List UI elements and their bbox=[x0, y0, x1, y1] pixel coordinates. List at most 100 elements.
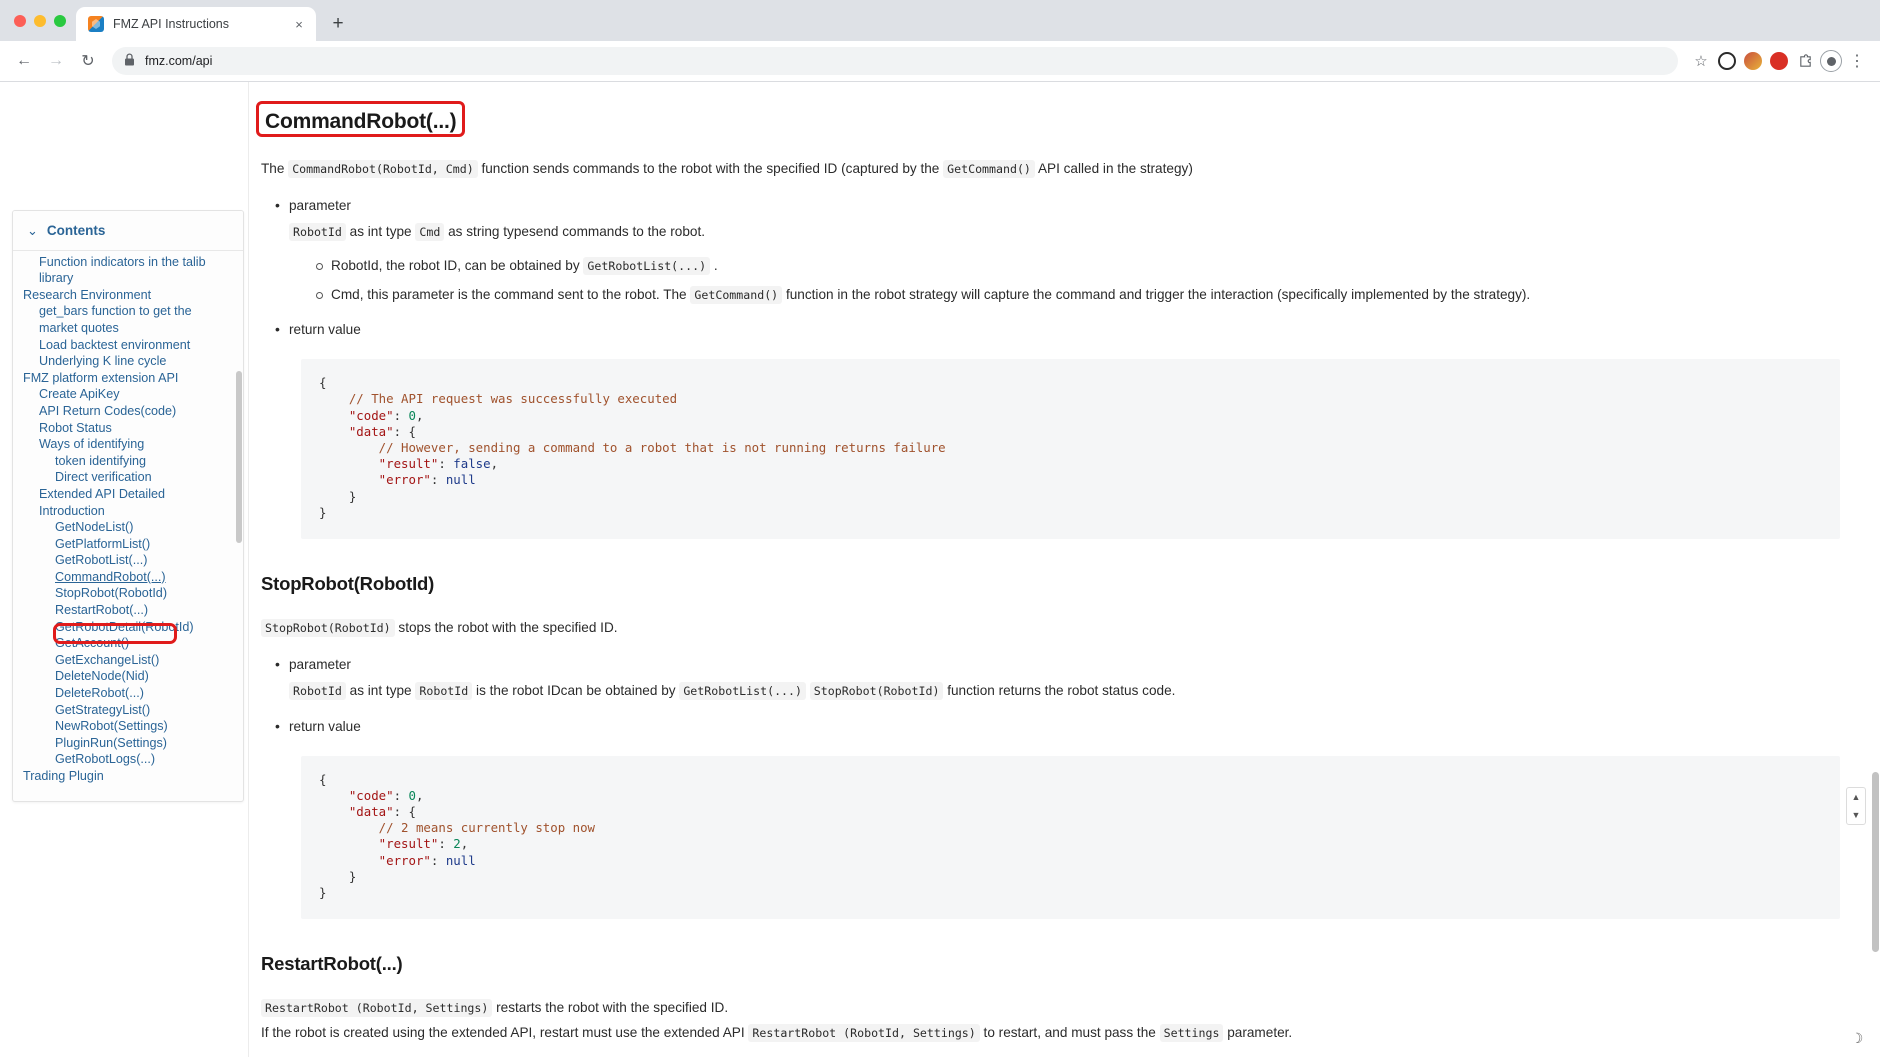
sidebar-item-deleterobot[interactable]: DeleteRobot(...) bbox=[13, 685, 237, 702]
minimize-window-button[interactable] bbox=[34, 15, 46, 27]
sidebar-item-get-bars-function-to-get-the-market-quotes[interactable]: get_bars function to get the market quot… bbox=[13, 303, 237, 336]
sidebar-item-newrobot-settings[interactable]: NewRobot(Settings) bbox=[13, 718, 237, 735]
bullet-return-label: return value bbox=[275, 319, 1840, 341]
maximize-window-button[interactable] bbox=[54, 15, 66, 27]
code-token: , bbox=[491, 456, 498, 471]
back-icon[interactable]: ← bbox=[10, 47, 38, 75]
sidebar-item-commandrobot[interactable]: CommandRobot(...) bbox=[13, 569, 237, 586]
code-token: , bbox=[416, 408, 423, 423]
sidebar-scrollbar[interactable] bbox=[236, 371, 242, 543]
bullet-parameter-label: parameter bbox=[275, 195, 1840, 217]
rr2-t2: to restart, and must pass the bbox=[980, 1025, 1160, 1040]
dark-mode-icon[interactable]: ☽ bbox=[1848, 1029, 1866, 1047]
inline-code-robotid-2: RobotId bbox=[289, 682, 346, 700]
sidebar-item-research-environment[interactable]: Research Environment bbox=[13, 287, 237, 304]
lock-icon bbox=[124, 53, 135, 69]
bookmark-star-icon[interactable]: ☆ bbox=[1688, 48, 1714, 74]
scroll-nav-control[interactable]: ▲ ▼ bbox=[1846, 787, 1866, 825]
forward-icon[interactable]: → bbox=[42, 47, 70, 75]
sidebar-item-fmz-platform-extension-api[interactable]: FMZ platform extension API bbox=[13, 370, 237, 387]
contents-scroll-area[interactable]: C++Function indicators in the talib libr… bbox=[13, 251, 243, 801]
sidebar-item-getrobotlist[interactable]: GetRobotList(...) bbox=[13, 552, 237, 569]
sidebar-item-direct-verification[interactable]: Direct verification bbox=[13, 469, 237, 486]
sidebar-item-getnodelist[interactable]: GetNodeList() bbox=[13, 519, 237, 536]
sidebar-item-getexchangelist[interactable]: GetExchangeList() bbox=[13, 652, 237, 669]
code-token: : { bbox=[394, 804, 416, 819]
new-tab-button[interactable]: + bbox=[324, 10, 352, 38]
page-scrollbar-thumb[interactable] bbox=[1872, 772, 1879, 952]
extension-icon-2[interactable] bbox=[1740, 48, 1766, 74]
intro-paragraph: The CommandRobot(RobotId, Cmd) function … bbox=[261, 158, 1840, 179]
toolbar-actions: ☆ ⋮ bbox=[1688, 48, 1870, 74]
inline-code: GetRobotList(...) bbox=[583, 257, 710, 275]
sidebar-item-stoprobot-robotid[interactable]: StopRobot(RobotId) bbox=[13, 585, 237, 602]
browser-toolbar: ← → ↻ fmz.com/api ☆ bbox=[0, 41, 1880, 82]
command-robot-title-wrap: CommandRobot(...) bbox=[261, 100, 460, 136]
param-text-2: as string typesend commands to the robot… bbox=[444, 224, 705, 239]
browser-tab[interactable]: FMZ API Instructions × bbox=[76, 7, 316, 41]
page-viewport: ⌄ Contents C++Function indicators in the… bbox=[0, 82, 1880, 1057]
sidebar-item-getstrategylist[interactable]: GetStrategyList() bbox=[13, 702, 237, 719]
close-icon[interactable]: × bbox=[290, 15, 308, 33]
contents-list: C++Function indicators in the talib libr… bbox=[13, 251, 237, 785]
parameter-sub-list: RobotId, the robot ID, can be obtained b… bbox=[275, 255, 1840, 306]
code-token: } bbox=[319, 869, 356, 884]
close-window-button[interactable] bbox=[14, 15, 26, 27]
tab-strip: FMZ API Instructions × + bbox=[0, 0, 1880, 41]
sidebar-item-api-return-codes-code[interactable]: API Return Codes(code) bbox=[13, 403, 237, 420]
code-token: : bbox=[431, 853, 446, 868]
sidebar-item-token-identifying[interactable]: token identifying bbox=[13, 453, 237, 470]
sidebar-item-load-backtest-environment[interactable]: Load backtest environment bbox=[13, 337, 237, 354]
chevron-down-icon[interactable]: ⌄ bbox=[27, 224, 38, 237]
list-item: return value bbox=[275, 716, 1840, 738]
sidebar-item-getplatformlist[interactable]: GetPlatformList() bbox=[13, 536, 237, 553]
sidebar-item-underlying-k-line-cycle[interactable]: Underlying K line cycle bbox=[13, 353, 237, 370]
sidebar-item-extended-api-detailed[interactable]: Extended API Detailed bbox=[13, 486, 237, 503]
sr-t2: is the robot IDcan be obtained by bbox=[472, 683, 679, 698]
extension-icon-1[interactable] bbox=[1714, 48, 1740, 74]
code-token: , bbox=[416, 788, 423, 803]
code-token: "data" bbox=[319, 804, 394, 819]
section-heading-restartrobot: RestartRobot(...) bbox=[261, 953, 1840, 975]
list-item: RobotId, the robot ID, can be obtained b… bbox=[315, 255, 1840, 277]
sidebar-item-trading-plugin[interactable]: Trading Plugin bbox=[13, 768, 237, 785]
page-scrollbar[interactable] bbox=[1872, 82, 1879, 1057]
sidebar-item-ways-of-identifying[interactable]: Ways of identifying bbox=[13, 436, 237, 453]
tab-title: FMZ API Instructions bbox=[113, 17, 281, 31]
inline-code-getrobotlist-2: GetRobotList(...) bbox=[679, 682, 806, 700]
inline-code-settings: Settings bbox=[1160, 1024, 1224, 1042]
code-token: "result" bbox=[319, 836, 438, 851]
sidebar-item-pluginrun-settings[interactable]: PluginRun(Settings) bbox=[13, 735, 237, 752]
sidebar-item-robot-status[interactable]: Robot Status bbox=[13, 420, 237, 437]
fmz-logo-icon bbox=[88, 16, 104, 32]
rr2-t1: If the robot is created using the extend… bbox=[261, 1025, 748, 1040]
browser-menu-icon[interactable]: ⋮ bbox=[1844, 48, 1870, 74]
sidebar-item-create-apikey[interactable]: Create ApiKey bbox=[13, 386, 237, 403]
sidebar-item-getrobotdetail-robotid[interactable]: GetRobotDetail(RobotId) bbox=[13, 619, 237, 636]
scroll-down-icon[interactable]: ▼ bbox=[1852, 810, 1861, 820]
code-token: "data" bbox=[319, 424, 394, 439]
restartrobot-line-2: If the robot is created using the extend… bbox=[261, 1022, 1840, 1043]
code-token: "code" bbox=[319, 408, 394, 423]
profile-avatar[interactable] bbox=[1818, 48, 1844, 74]
sidebar-item-function-indicators-in-the-talib-library[interactable]: Function indicators in the talib library bbox=[13, 254, 237, 287]
code-token: null bbox=[446, 853, 476, 868]
sidebar-item-getaccount[interactable]: GetAccount() bbox=[13, 635, 237, 652]
contents-header[interactable]: ⌄ Contents bbox=[13, 211, 243, 251]
rr-t1: restarts the robot with the specified ID… bbox=[492, 1000, 728, 1015]
extensions-puzzle-icon[interactable] bbox=[1792, 48, 1818, 74]
sidebar-item-getrobotlogs[interactable]: GetRobotLogs(...) bbox=[13, 751, 237, 768]
sub-text-b: function in the robot strategy will capt… bbox=[782, 287, 1530, 302]
code-token: 0 bbox=[409, 408, 416, 423]
sidebar-item-introduction[interactable]: Introduction bbox=[13, 503, 237, 520]
reload-icon[interactable]: ↻ bbox=[74, 47, 102, 75]
sidebar-item-restartrobot[interactable]: RestartRobot(...) bbox=[13, 602, 237, 619]
sidebar-item-deletenode-nid[interactable]: DeleteNode(Nid) bbox=[13, 668, 237, 685]
address-bar[interactable]: fmz.com/api bbox=[112, 47, 1678, 75]
code-token: : bbox=[438, 836, 453, 851]
list-item: Cmd, this parameter is the command sent … bbox=[315, 284, 1840, 306]
stoprobot-bullet-list: parameter RobotId as int type RobotId is… bbox=[261, 654, 1840, 738]
extension-icon-3[interactable] bbox=[1766, 48, 1792, 74]
scroll-up-icon[interactable]: ▲ bbox=[1852, 792, 1861, 802]
browser-window: FMZ API Instructions × + ← → ↻ fmz.com/a… bbox=[0, 0, 1880, 1057]
